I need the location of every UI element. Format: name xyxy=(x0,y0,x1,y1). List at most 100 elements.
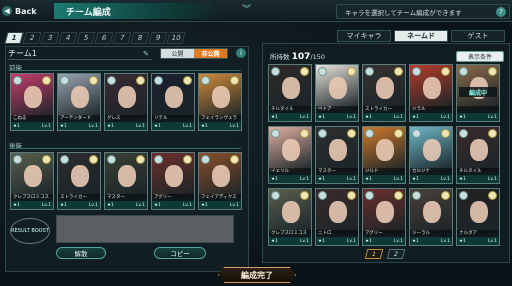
team-tab-7[interactable]: 7 xyxy=(112,32,132,44)
character-face xyxy=(212,86,230,108)
owned-label: 所持数 xyxy=(270,53,290,61)
element-icon xyxy=(136,155,145,164)
character-card[interactable]: カルジナ ★1 Lv.1 xyxy=(409,126,453,184)
character-card[interactable]: アグリー ★1 Lv.1 xyxy=(362,188,406,246)
chevron-down-icon[interactable]: ︾ xyxy=(242,2,251,15)
card-footer: ★1 Lv.1 xyxy=(269,237,311,245)
rarity-icon: ★1 xyxy=(412,114,419,120)
filter-button[interactable]: 表示条件 xyxy=(456,51,504,62)
character-tabs: マイキャラ ネームド ゲスト xyxy=(337,30,505,42)
class-icon xyxy=(318,191,327,200)
team-tab-9[interactable]: 9 xyxy=(148,32,168,44)
rarity-icon: ★1 xyxy=(318,114,325,120)
card-footer: ★1 Lv.1 xyxy=(11,201,53,209)
team-tab-6[interactable]: 6 xyxy=(94,32,114,44)
character-name: マスター xyxy=(316,168,358,175)
pencil-icon[interactable]: ✎ xyxy=(143,50,149,58)
character-name: クレプスロミコス xyxy=(269,230,311,237)
rarity-icon: ★1 xyxy=(459,238,466,244)
character-level: Lv.1 xyxy=(135,123,145,129)
rarity-icon: ★1 xyxy=(201,123,208,129)
class-icon xyxy=(459,129,468,138)
character-card[interactable]: クレプスロミコス ★1 Lv.1 xyxy=(268,188,312,246)
help-banner: キャラを選択してチーム編成ができます ? xyxy=(336,4,510,19)
element-icon xyxy=(441,67,450,76)
char-tab-1[interactable]: ネームド xyxy=(394,30,448,42)
visibility-toggle[interactable]: 公開 非公開 xyxy=(160,48,228,59)
rarity-icon: ★1 xyxy=(365,114,372,120)
character-card[interactable]: フェイアディクス ★1 Lv.1 xyxy=(198,152,242,210)
character-name: チルタイル xyxy=(457,168,499,175)
complete-button[interactable]: 編成完了 xyxy=(218,267,296,283)
character-card[interactable]: こねる ★1 Lv.1 xyxy=(10,73,54,131)
class-icon xyxy=(459,67,468,76)
char-tab-0[interactable]: マイキャラ xyxy=(337,30,391,42)
character-card[interactable]: ストライカー ★1 Lv.1 xyxy=(57,152,101,210)
copy-button[interactable]: コピー xyxy=(154,247,206,259)
character-name: フェイランヴェラ xyxy=(199,115,241,122)
info-icon[interactable]: i xyxy=(236,48,246,58)
class-icon xyxy=(201,155,210,164)
element-icon xyxy=(300,67,309,76)
character-card[interactable]: ストライカー ★1 Lv.1 xyxy=(362,64,406,122)
private-option[interactable]: 非公開 xyxy=(194,49,227,58)
team-tab-4[interactable]: 4 xyxy=(58,32,78,44)
character-card[interactable]: ナルボア ★1 Lv.1 xyxy=(456,188,500,246)
help-icon[interactable]: ? xyxy=(496,7,506,17)
public-option[interactable]: 公開 xyxy=(161,49,194,58)
release-button[interactable]: 解散 xyxy=(56,247,106,259)
character-card[interactable]: クレプスロミコス ★1 Lv.1 xyxy=(10,152,54,210)
team-tab-5[interactable]: 5 xyxy=(76,32,96,44)
character-card[interactable]: アグリー ★1 Lv.1 xyxy=(151,152,195,210)
team-tab-1[interactable]: 1 xyxy=(4,32,24,44)
card-footer: ★1 Lv.1 xyxy=(58,122,100,130)
character-card[interactable]: ジルド ★1 Lv.1 xyxy=(362,126,406,184)
character-level: Lv.1 xyxy=(393,176,403,182)
character-card[interactable]: リテル ★1 Lv.1 xyxy=(151,73,195,131)
character-card[interactable]: チルタイル ★1 Lv.1 xyxy=(268,64,312,122)
character-face xyxy=(118,165,136,187)
char-tab-2[interactable]: ゲスト xyxy=(451,30,505,42)
character-card[interactable]: イェリル ★1 Lv.1 xyxy=(268,126,312,184)
page-button-1[interactable]: 1 xyxy=(364,249,384,259)
character-level: Lv.1 xyxy=(88,123,98,129)
character-face xyxy=(282,201,300,223)
class-icon xyxy=(201,76,210,85)
character-name: ジルド xyxy=(363,168,405,175)
character-card[interactable]: ジーラル ★1 Lv.1 xyxy=(409,188,453,246)
element-icon xyxy=(441,129,450,138)
page-button-2[interactable]: 2 xyxy=(386,249,406,259)
team-name[interactable]: チーム1 xyxy=(8,48,152,60)
character-card[interactable]: アーテンダード ★1 Lv.1 xyxy=(57,73,101,131)
character-level: Lv.1 xyxy=(440,114,450,120)
character-card[interactable]: フェイランヴェラ ★1 Lv.1 xyxy=(198,73,242,131)
owned-number: 107 xyxy=(291,52,311,62)
rarity-icon: ★1 xyxy=(459,176,466,182)
class-icon xyxy=(459,191,468,200)
character-card[interactable]: ニトロ ★1 Lv.1 xyxy=(315,188,359,246)
card-footer: ★1 Lv.1 xyxy=(11,122,53,130)
character-face xyxy=(282,139,300,161)
character-card[interactable]: ベトア ★1 Lv.1 xyxy=(315,64,359,122)
rarity-icon: ★1 xyxy=(60,202,67,208)
character-face xyxy=(376,201,394,223)
character-card[interactable]: マスター ★1 Lv.1 xyxy=(315,126,359,184)
character-face xyxy=(329,77,347,99)
team-tab-3[interactable]: 3 xyxy=(40,32,60,44)
character-card[interactable]: グレス ★1 Lv.1 xyxy=(104,73,148,131)
team-tab-10[interactable]: 10 xyxy=(166,32,186,44)
character-card[interactable]: チルタイル ★1 Lv.1 xyxy=(456,126,500,184)
rarity-icon: ★1 xyxy=(107,202,114,208)
back-button[interactable]: ◀ Back xyxy=(2,3,48,19)
class-icon xyxy=(412,67,421,76)
character-card[interactable]: マスター ★1 Lv.1 xyxy=(104,152,148,210)
character-name: こねる xyxy=(11,115,53,122)
team-tab-8[interactable]: 8 xyxy=(130,32,150,44)
card-footer: ★1 Lv.1 xyxy=(152,201,194,209)
result-boost-badge: RESULT BOOST xyxy=(10,218,50,244)
character-card[interactable]: ★1 Lv.1 編成中 xyxy=(456,64,500,122)
character-face xyxy=(282,77,300,99)
result-boost-slot[interactable] xyxy=(56,215,234,243)
team-tab-2[interactable]: 2 xyxy=(22,32,42,44)
character-card[interactable]: ジラル ★1 Lv.1 xyxy=(409,64,453,122)
